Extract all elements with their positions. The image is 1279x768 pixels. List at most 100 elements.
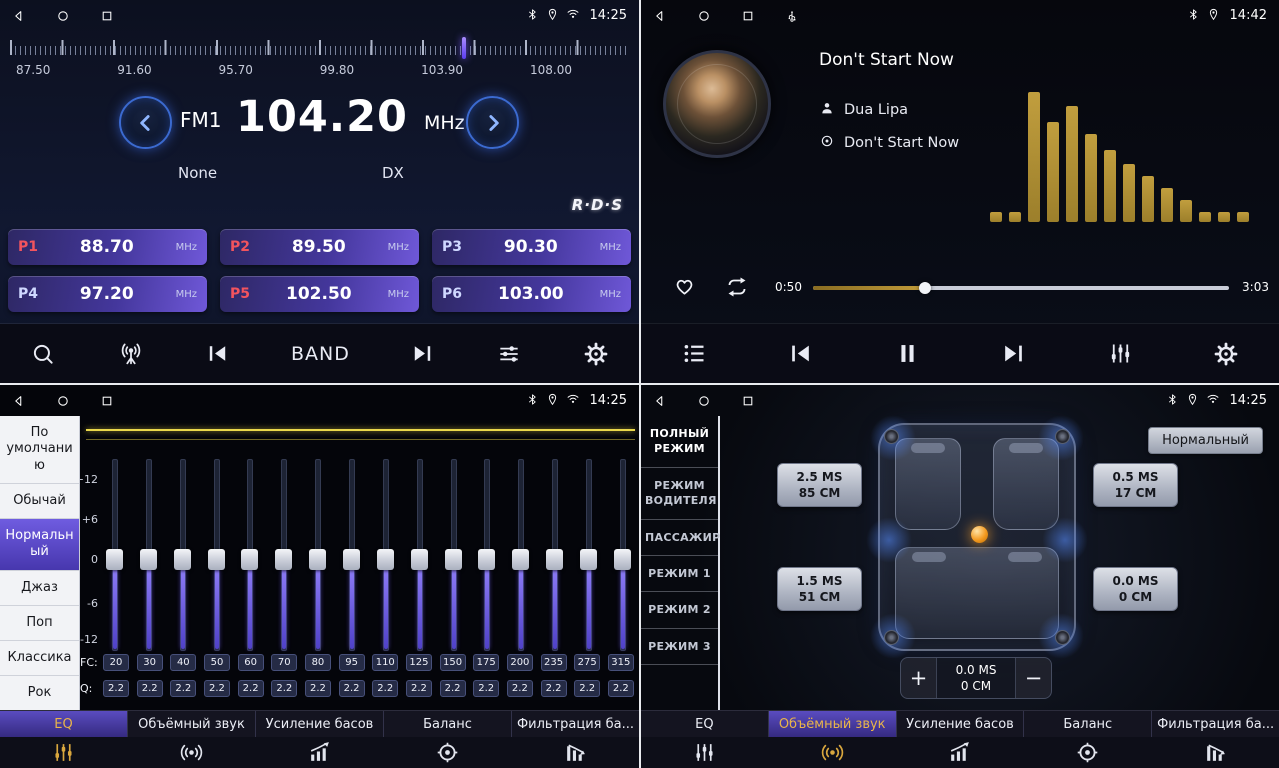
eq-preset-pop[interactable]: Поп [0,606,79,641]
slider-handle[interactable] [241,549,258,570]
broadcast-antenna-icon[interactable] [117,340,145,368]
eq-band-slider[interactable] [576,459,600,651]
eq-preset-classic[interactable]: Классика [0,641,79,676]
eq-band-slider[interactable] [407,459,431,651]
slider-handle[interactable] [275,549,292,570]
tab-balance[interactable]: Баланс [1024,711,1152,737]
filter-tab-icon[interactable] [1151,737,1279,768]
eq-band-slider[interactable] [102,459,126,651]
slider-handle[interactable] [546,549,563,570]
nav-home-icon[interactable] [56,394,70,408]
rear-right-delay-button[interactable]: 0.0 MS 0 CM [1093,567,1178,611]
preset-button-p2[interactable]: P289.50MHz [220,229,419,265]
sound-preset-button[interactable]: Нормальный [1148,427,1263,454]
front-right-delay-button[interactable]: 0.5 MS 17 CM [1093,463,1178,507]
next-station-icon[interactable] [410,341,435,366]
bass-boost-tab-icon[interactable] [256,737,384,768]
playlist-icon[interactable] [681,340,708,367]
rear-left-delay-button[interactable]: 1.5 MS 51 CM [777,567,862,611]
tab-filter[interactable]: Фильтрация ба... [1152,711,1279,737]
balance-tab-icon[interactable] [1024,737,1152,768]
preset-button-p5[interactable]: P5102.50MHz [220,276,419,312]
progress-thumb[interactable] [919,282,931,294]
eq-band-slider[interactable] [170,459,194,651]
eq-band-slider[interactable] [271,459,295,651]
bass-boost-tab-icon[interactable] [896,737,1024,768]
eq-band-slider[interactable] [237,459,261,651]
eq-tab-icon[interactable] [641,737,769,768]
slider-handle[interactable] [512,549,529,570]
preset-button-p6[interactable]: P6103.00MHz [432,276,631,312]
mode-3[interactable]: РЕЖИМ 3 [641,629,718,665]
repeat-icon[interactable] [725,275,749,303]
eq-band-slider[interactable] [204,459,228,651]
preset-button-p4[interactable]: P497.20MHz [8,276,207,312]
nav-recents-icon[interactable] [741,9,755,23]
tune-down-button[interactable] [119,96,172,149]
tab-balance[interactable]: Баланс [384,711,512,737]
pause-icon[interactable] [894,340,921,367]
mode-full[interactable]: ПОЛНЫЙ РЕЖИМ [641,416,718,468]
eq-preset-rock[interactable]: Рок [0,676,79,711]
scan-icon[interactable] [30,341,56,367]
nav-home-icon[interactable] [697,9,711,23]
tab-eq[interactable]: EQ [641,711,769,737]
eq-band-slider[interactable] [373,459,397,651]
previous-station-icon[interactable] [205,341,230,366]
eq-band-slider[interactable] [610,459,634,651]
slider-handle[interactable] [411,549,428,570]
filter-tab-icon[interactable] [511,737,639,768]
nav-back-icon[interactable] [12,394,26,408]
nav-recents-icon[interactable] [100,9,114,23]
eq-band-slider[interactable] [508,459,532,651]
slider-handle[interactable] [106,549,123,570]
mode-1[interactable]: РЕЖИМ 1 [641,556,718,592]
nav-home-icon[interactable] [697,394,711,408]
frequency-ruler[interactable] [10,37,628,59]
eq-band-slider[interactable] [542,459,566,651]
eq-band-slider[interactable] [474,459,498,651]
eq-band-slider[interactable] [339,459,363,651]
mixer-icon[interactable] [1107,340,1134,367]
nav-back-icon[interactable] [653,9,667,23]
delay-decrease-button[interactable]: − [1015,658,1051,698]
front-left-delay-button[interactable]: 2.5 MS 85 CM [777,463,862,507]
slider-handle[interactable] [343,549,360,570]
tab-surround[interactable]: Объёмный звук [128,711,256,737]
surround-tab-icon[interactable] [769,737,897,768]
slider-handle[interactable] [580,549,597,570]
nav-back-icon[interactable] [653,394,667,408]
audio-settings-icon[interactable] [496,341,522,367]
eq-band-slider[interactable] [305,459,329,651]
eq-preset-custom[interactable]: Обычай [0,484,79,519]
favorite-heart-icon[interactable] [673,275,696,302]
delay-increase-button[interactable]: + [901,658,937,698]
nav-home-icon[interactable] [56,9,70,23]
settings-gear-icon[interactable] [583,341,609,367]
slider-handle[interactable] [377,549,394,570]
nav-recents-icon[interactable] [741,394,755,408]
tab-bass-boost[interactable]: Усиление басов [256,711,384,737]
progress-bar[interactable] [813,286,1229,290]
eq-preset-default[interactable]: По умолчанию [0,416,79,484]
balance-tab-icon[interactable] [383,737,511,768]
slider-handle[interactable] [140,549,157,570]
nav-recents-icon[interactable] [100,394,114,408]
eq-preset-jazz[interactable]: Джаз [0,571,79,606]
slider-handle[interactable] [208,549,225,570]
previous-track-icon[interactable] [787,340,814,367]
slider-handle[interactable] [614,549,631,570]
mode-passenger[interactable]: ПАССАЖИР [641,520,718,556]
settings-gear-icon[interactable] [1213,341,1239,367]
slider-handle[interactable] [478,549,495,570]
tune-up-button[interactable] [466,96,519,149]
eq-tab-icon[interactable] [0,737,128,768]
next-track-icon[interactable] [1000,340,1027,367]
eq-band-slider[interactable] [441,459,465,651]
tab-filter[interactable]: Фильтрация ба... [512,711,639,737]
band-button[interactable]: BAND [291,343,350,365]
tab-surround[interactable]: Объёмный звук [769,711,897,737]
eq-band-slider[interactable] [136,459,160,651]
eq-preset-normal[interactable]: Нормальный [0,519,79,571]
mode-driver[interactable]: РЕЖИМ ВОДИТЕЛЯ [641,468,718,520]
